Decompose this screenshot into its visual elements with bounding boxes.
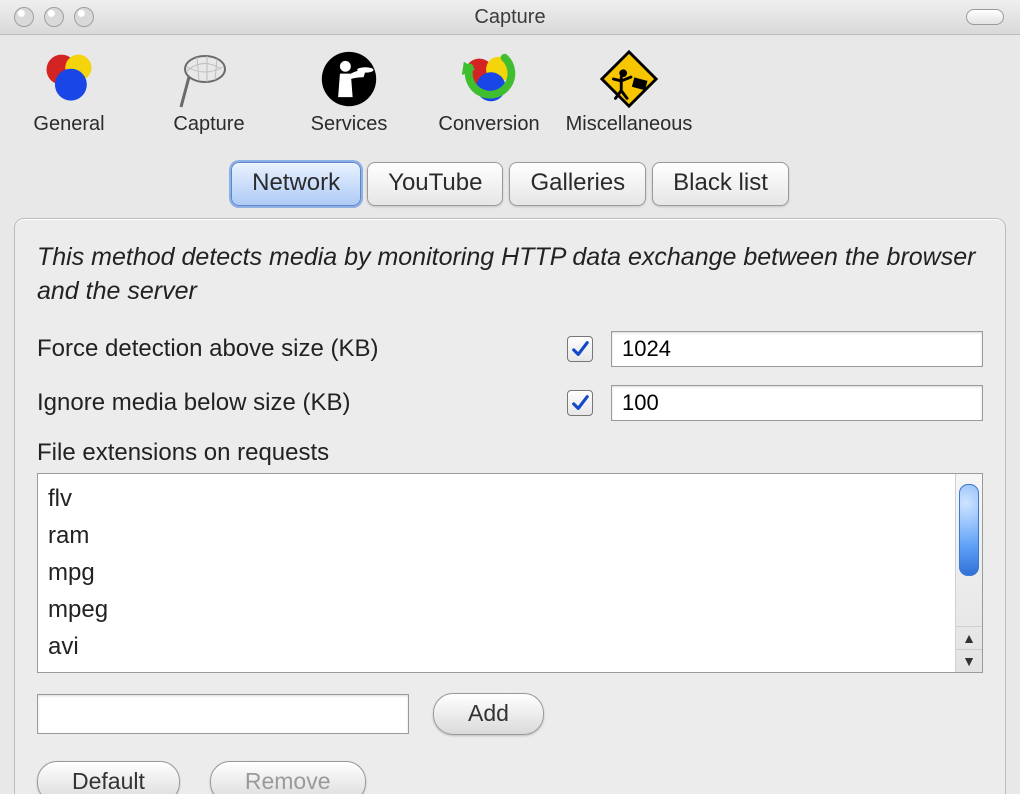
toolbar-item-conversion[interactable]: Conversion [434,47,544,136]
scroll-down-button[interactable]: ▼ [956,649,982,672]
row-force-detection: Force detection above size (KB) [37,331,983,367]
zoom-window-button[interactable] [74,7,94,27]
list-item[interactable]: flv [48,480,945,517]
close-window-button[interactable] [14,7,34,27]
ignore-below-input[interactable] [611,385,983,421]
window-title: Capture [0,6,1020,29]
toolbar-toggle-button[interactable] [966,9,1004,25]
window-controls [0,7,94,27]
add-extension-input[interactable] [37,694,409,734]
tab-galleries[interactable]: Galleries [509,162,646,206]
remove-button[interactable]: Remove [210,761,366,794]
balloons-icon [35,47,103,111]
ignore-below-checkbox[interactable] [567,390,593,416]
force-detection-checkbox[interactable] [567,336,593,362]
settings-panel: This method detects media by monitoring … [14,218,1006,794]
extensions-label: File extensions on requests [37,439,983,467]
conversion-icon [455,47,523,111]
scroll-up-button[interactable]: ▲ [956,626,982,649]
list-item[interactable]: mpeg [48,591,945,628]
waiter-icon [315,47,383,111]
toolbar-item-label: Conversion [438,113,539,136]
ignore-below-label: Ignore media below size (KB) [37,389,567,417]
list-item[interactable]: ram [48,517,945,554]
default-button[interactable]: Default [37,761,180,794]
toolbar-item-label: Miscellaneous [566,113,693,136]
bottom-buttons: Default Remove [37,761,983,794]
minimize-window-button[interactable] [44,7,64,27]
scrollbar-thumb[interactable] [959,484,979,576]
toolbar-item-miscellaneous[interactable]: Miscellaneous [574,47,684,136]
tab-blacklist[interactable]: Black list [652,162,789,206]
force-detection-input[interactable] [611,331,983,367]
add-button[interactable]: Add [433,693,544,735]
warning-sign-icon [595,47,663,111]
net-icon [175,47,243,111]
toolbar-item-general[interactable]: General [14,47,124,136]
preferences-toolbar: General Capture Services [0,35,1020,144]
tab-youtube[interactable]: YouTube [367,162,503,206]
add-extension-row: Add [37,693,983,735]
tab-network[interactable]: Network [231,162,361,206]
titlebar: Capture [0,0,1020,35]
panel-description: This method detects media by monitoring … [37,241,983,309]
toolbar-item-label: Services [311,113,388,136]
toolbar-item-capture[interactable]: Capture [154,47,264,136]
force-detection-label: Force detection above size (KB) [37,335,567,363]
list-item[interactable]: avi [48,628,945,665]
row-ignore-below: Ignore media below size (KB) [37,385,983,421]
tabs: Network YouTube Galleries Black list [0,162,1020,206]
toolbar-item-services[interactable]: Services [294,47,404,136]
scrollbar[interactable]: ▲ ▼ [955,474,982,672]
toolbar-item-label: General [33,113,104,136]
list-item[interactable]: mpg [48,554,945,591]
extensions-list[interactable]: flv ram mpg mpeg avi [38,474,955,672]
extensions-list-container: flv ram mpg mpeg avi ▲ ▼ [37,473,983,673]
toolbar-item-label: Capture [173,113,244,136]
